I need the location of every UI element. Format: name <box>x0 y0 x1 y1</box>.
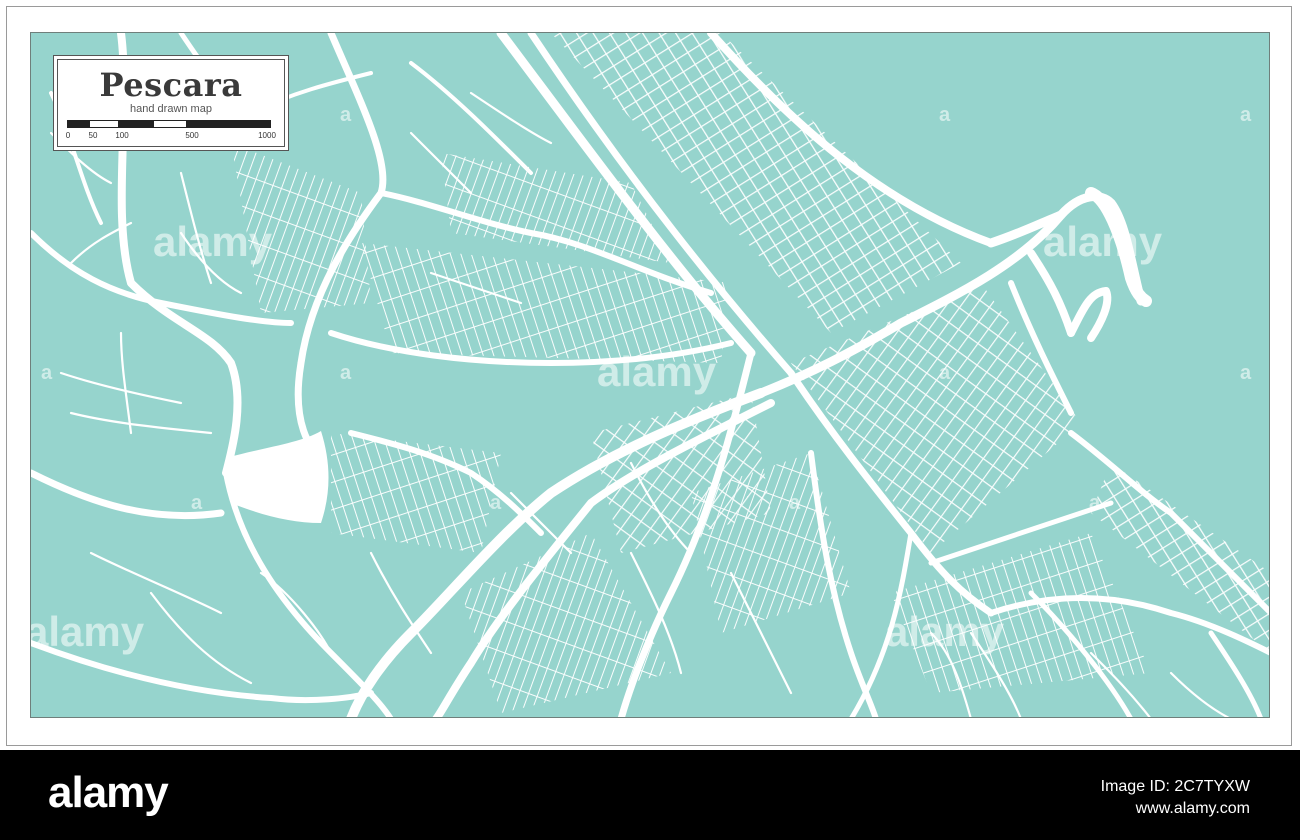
scale-label: 100 <box>115 131 129 140</box>
svg-text:alamy: alamy <box>31 608 145 655</box>
svg-text:alamy: alamy <box>153 218 273 265</box>
svg-text:alamy: alamy <box>597 348 717 395</box>
scale-label: 1000 <box>258 131 276 140</box>
svg-text:a: a <box>939 104 951 126</box>
svg-text:a: a <box>1089 492 1101 514</box>
svg-text:alamy: alamy <box>1043 218 1163 265</box>
scale-bar <box>67 120 271 128</box>
legend-border: Pescara hand drawn map 0 50 100 500 1000 <box>57 59 285 147</box>
svg-text:alamy: alamy <box>885 608 1005 655</box>
svg-text:a: a <box>1240 104 1252 126</box>
svg-text:a: a <box>41 362 53 384</box>
svg-text:a: a <box>340 104 352 126</box>
site-url: www.alamy.com <box>1135 800 1250 817</box>
stock-footer: alamy Image ID: 2C7TYXW www.alamy.com <box>0 750 1300 840</box>
svg-text:a: a <box>340 362 352 384</box>
scale-label: 0 <box>65 131 71 140</box>
scale-labels: 0 50 100 500 1000 <box>58 131 288 143</box>
scale-label: 50 <box>88 131 98 140</box>
svg-text:a: a <box>490 492 502 514</box>
alamy-logo: alamy <box>48 768 169 817</box>
image-id: Image ID: 2C7TYXW <box>1100 778 1250 795</box>
svg-text:a: a <box>1240 362 1252 384</box>
svg-text:a: a <box>789 492 801 514</box>
svg-text:a: a <box>939 362 951 384</box>
map-legend: Pescara hand drawn map 0 50 100 500 1000 <box>53 55 289 151</box>
scale-label: 500 <box>185 131 199 140</box>
map-subtitle: hand drawn map <box>130 103 212 115</box>
city-title: Pescara <box>99 66 243 104</box>
image-id-block: Image ID: 2C7TYXW www.alamy.com <box>1101 776 1250 820</box>
svg-text:a: a <box>191 492 203 514</box>
